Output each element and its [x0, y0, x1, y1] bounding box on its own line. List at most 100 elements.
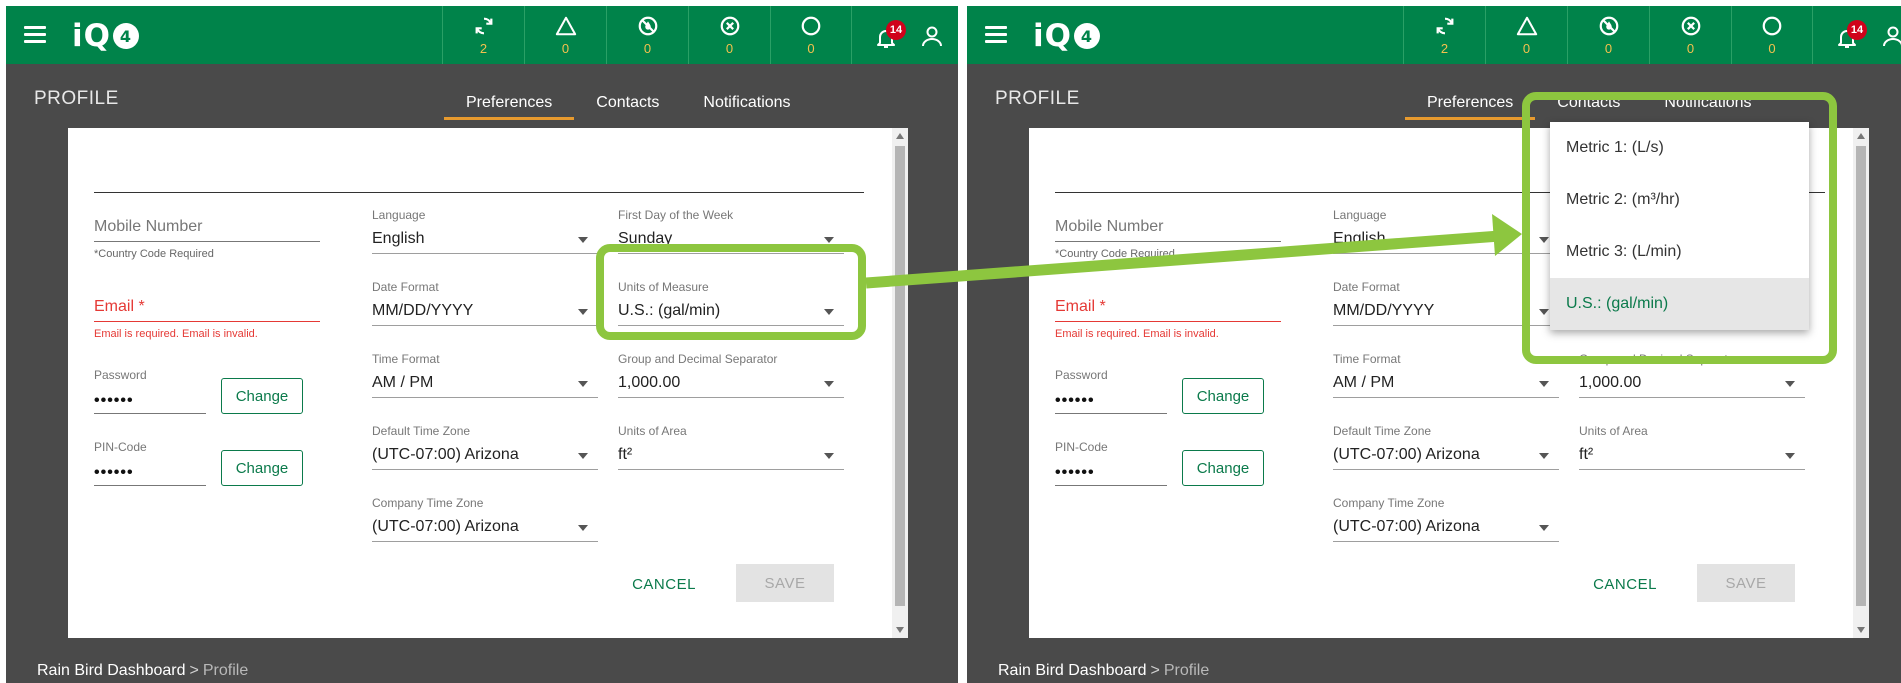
tab-preferences[interactable]: Preferences	[1405, 84, 1536, 120]
mobile-number-input[interactable]: Mobile Number	[1055, 216, 1281, 242]
status-sync[interactable]: 2	[442, 6, 524, 64]
scroll-down-icon[interactable]	[896, 627, 904, 633]
email-input[interactable]: Email *	[94, 296, 320, 322]
change-password-button[interactable]: Change	[1182, 378, 1264, 414]
tab-preferences[interactable]: Preferences	[444, 84, 575, 120]
pin-input[interactable]: ••••••	[1055, 460, 1167, 486]
chevron-down-icon	[578, 237, 588, 243]
cancel-button[interactable]: CANCEL	[624, 576, 704, 593]
password-value: ••••••	[1055, 392, 1095, 409]
status-no-water[interactable]: 0	[1567, 6, 1649, 64]
email-input[interactable]: Email *	[1055, 296, 1281, 322]
date-format-label: Date Format	[372, 280, 439, 294]
scroll-up-icon[interactable]	[896, 133, 904, 139]
time-format-value: AM / PM	[1333, 374, 1395, 391]
status-sync[interactable]: 2	[1403, 6, 1485, 64]
date-format-select[interactable]: MM/DD/YYYY	[372, 300, 598, 326]
password-field: Password ••••••	[1055, 368, 1167, 414]
company-timezone-select[interactable]: (UTC-07:00) Arizona	[1333, 516, 1559, 542]
units-area-field: Units of Area ft²	[1579, 424, 1805, 470]
default-timezone-select[interactable]: (UTC-07:00) Arizona	[372, 444, 598, 470]
breadcrumb-root[interactable]: Rain Bird Dashboard	[998, 662, 1147, 679]
preferences-card: Mobile Number *Country Code Required Ema…	[68, 128, 892, 638]
chevron-down-icon	[824, 381, 834, 387]
status-warning[interactable]: 0	[1485, 6, 1567, 64]
chevron-down-icon	[578, 525, 588, 531]
units-area-label: Units of Area	[618, 424, 687, 438]
chevron-down-icon	[578, 381, 588, 387]
scroll-thumb[interactable]	[1856, 146, 1866, 606]
pin-label: PIN-Code	[1055, 440, 1108, 454]
status-no-water[interactable]: 0	[606, 6, 688, 64]
highlight-units-field	[596, 244, 866, 340]
status-count: 2	[1440, 40, 1449, 56]
no-water-icon	[638, 16, 657, 35]
change-pin-button[interactable]: Change	[1182, 450, 1264, 486]
top-bar: iQ 4 2 0 0 0 0 14	[967, 6, 1901, 64]
separator-label: Group and Decimal Separator	[618, 352, 778, 366]
tab-notifications[interactable]: Notifications	[681, 84, 812, 120]
separator-select[interactable]: 1,000.00	[1579, 372, 1805, 398]
chevron-down-icon	[1785, 453, 1795, 459]
time-format-select[interactable]: AM / PM	[372, 372, 598, 398]
scrollbar[interactable]	[1853, 128, 1869, 638]
pin-input[interactable]: ••••••	[94, 460, 206, 486]
password-label: Password	[94, 368, 147, 382]
password-input[interactable]: ••••••	[1055, 388, 1167, 414]
scroll-down-icon[interactable]	[1857, 627, 1865, 633]
cancel-button[interactable]: CANCEL	[1585, 576, 1665, 593]
user-icon[interactable]	[1881, 24, 1901, 48]
default-timezone-select[interactable]: (UTC-07:00) Arizona	[1333, 444, 1559, 470]
divider	[94, 192, 864, 193]
company-timezone-select[interactable]: (UTC-07:00) Arizona	[372, 516, 598, 542]
change-pin-button[interactable]: Change	[221, 450, 303, 486]
screenshot-stage: iQ 4 2 0 0 0 0 14 PROFILE Preferences Co…	[0, 0, 1901, 683]
language-select[interactable]: English	[372, 228, 598, 254]
chevron-down-icon	[1539, 453, 1549, 459]
mobile-number-input[interactable]: Mobile Number	[94, 216, 320, 242]
breadcrumb-root[interactable]: Rain Bird Dashboard	[37, 662, 186, 679]
status-warning[interactable]: 0	[524, 6, 606, 64]
separator-value: 1,000.00	[618, 374, 681, 391]
page-title: PROFILE	[34, 88, 119, 109]
units-area-select[interactable]: ft²	[1579, 444, 1805, 470]
separator-select[interactable]: 1,000.00	[618, 372, 844, 398]
units-area-select[interactable]: ft²	[618, 444, 844, 470]
email-error-text: Email is required. Email is invalid.	[94, 328, 258, 340]
scroll-thumb[interactable]	[895, 146, 905, 606]
save-button[interactable]: SAVE	[736, 564, 834, 602]
app-logo[interactable]: iQ 4	[1033, 18, 1100, 54]
time-format-value: AM / PM	[372, 374, 434, 391]
mobile-field: Mobile Number *Country Code Required	[94, 216, 320, 260]
scroll-up-icon[interactable]	[1857, 133, 1865, 139]
date-format-value: MM/DD/YYYY	[1333, 302, 1435, 319]
status-error[interactable]: 0	[1649, 6, 1731, 64]
user-icon[interactable]	[920, 24, 944, 48]
pin-value: ••••••	[1055, 464, 1095, 481]
default-timezone-field: Default Time Zone (UTC-07:00) Arizona	[372, 424, 598, 470]
change-password-button[interactable]: Change	[221, 378, 303, 414]
scrollbar[interactable]	[892, 128, 908, 638]
tab-contacts[interactable]: Contacts	[574, 84, 681, 120]
chevron-down-icon	[1539, 381, 1549, 387]
status-error[interactable]: 0	[688, 6, 770, 64]
time-format-select[interactable]: AM / PM	[1333, 372, 1559, 398]
save-button[interactable]: SAVE	[1697, 564, 1795, 602]
hamburger-menu-icon[interactable]	[985, 26, 1007, 44]
pin-field: PIN-Code ••••••	[94, 440, 206, 486]
app-logo[interactable]: iQ 4	[72, 18, 139, 54]
breadcrumb: Rain Bird Dashboard > Profile	[37, 662, 248, 680]
status-offline[interactable]: 0	[770, 6, 852, 64]
panel-before: iQ 4 2 0 0 0 0 14 PROFILE Preferences Co…	[6, 6, 958, 683]
company-timezone-label: Company Time Zone	[372, 496, 484, 510]
notifications-button[interactable]: 14	[1835, 20, 1867, 50]
breadcrumb: Rain Bird Dashboard > Profile	[998, 662, 1209, 680]
status-count: 0	[1686, 40, 1695, 56]
pin-label: PIN-Code	[94, 440, 147, 454]
notifications-button[interactable]: 14	[874, 20, 906, 50]
company-timezone-label: Company Time Zone	[1333, 496, 1445, 510]
hamburger-menu-icon[interactable]	[24, 26, 46, 44]
separator-field: Group and Decimal Separator 1,000.00	[618, 352, 844, 398]
password-input[interactable]: ••••••	[94, 388, 206, 414]
status-offline[interactable]: 0	[1731, 6, 1813, 64]
